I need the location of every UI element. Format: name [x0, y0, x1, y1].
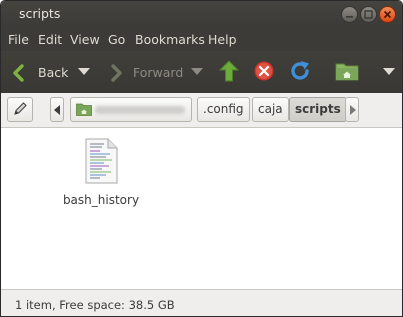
menu-view[interactable]: View: [70, 32, 100, 47]
file-manager-window: scripts File Edit View Go Bookmarks Help: [0, 0, 403, 317]
close-button[interactable]: [379, 6, 396, 23]
close-icon: [383, 10, 392, 19]
stop-icon[interactable]: [254, 61, 274, 81]
path-scroll-left-button[interactable]: [50, 97, 64, 122]
menu-edit[interactable]: Edit: [38, 32, 62, 47]
forward-button[interactable]: Forward: [105, 55, 205, 89]
breadcrumb-caja[interactable]: caja: [252, 97, 289, 122]
menu-go[interactable]: Go: [108, 32, 125, 47]
breadcrumb-scripts[interactable]: scripts: [289, 97, 347, 122]
home-folder-small-icon: [76, 103, 92, 116]
window-title: scripts: [19, 6, 61, 21]
minimize-icon: [346, 16, 353, 18]
path-scroll-right-button[interactable]: [345, 97, 359, 122]
status-text: 1 item, Free space: 38.5 GB: [15, 298, 175, 312]
toggle-location-entry-button[interactable]: [7, 97, 33, 122]
up-arrow-icon[interactable]: [219, 60, 239, 82]
forward-label: Forward: [133, 65, 184, 80]
minimize-button[interactable]: [341, 6, 358, 23]
back-label: Back: [38, 65, 69, 80]
menu-bookmarks[interactable]: Bookmarks: [135, 32, 205, 47]
file-view[interactable]: bash_history: [1, 128, 402, 288]
text-file-icon: [85, 138, 118, 184]
chevron-right-icon: [350, 105, 356, 115]
title-bar[interactable]: scripts: [1, 1, 402, 28]
menu-bar: File Edit View Go Bookmarks Help: [1, 28, 402, 51]
back-button[interactable]: Back: [5, 55, 97, 89]
breadcrumb-config[interactable]: .config: [197, 97, 250, 122]
menu-help[interactable]: Help: [208, 32, 237, 47]
file-item[interactable]: bash_history: [56, 138, 146, 207]
location-bar: .config caja scripts: [1, 93, 402, 128]
home-folder-icon[interactable]: [335, 61, 359, 81]
maximize-icon: [364, 10, 373, 19]
toolbar-overflow-dropdown-icon[interactable]: [383, 68, 395, 76]
blurred-path-segment: [95, 106, 185, 114]
breadcrumb-home-blurred[interactable]: [70, 97, 192, 122]
maximize-button[interactable]: [360, 6, 377, 23]
status-bar: 1 item, Free space: 38.5 GB: [1, 289, 402, 316]
toolbar: Back Forward: [1, 51, 402, 93]
menu-file[interactable]: File: [8, 32, 29, 47]
pencil-icon: [14, 102, 27, 115]
forward-history-dropdown-icon[interactable]: [191, 68, 203, 76]
back-history-dropdown-icon[interactable]: [78, 68, 90, 76]
forward-arrow-icon: [111, 64, 122, 82]
reload-icon[interactable]: [290, 60, 311, 82]
file-name: bash_history: [62, 193, 140, 207]
back-arrow-icon: [13, 64, 24, 82]
chevron-left-icon: [54, 105, 60, 115]
